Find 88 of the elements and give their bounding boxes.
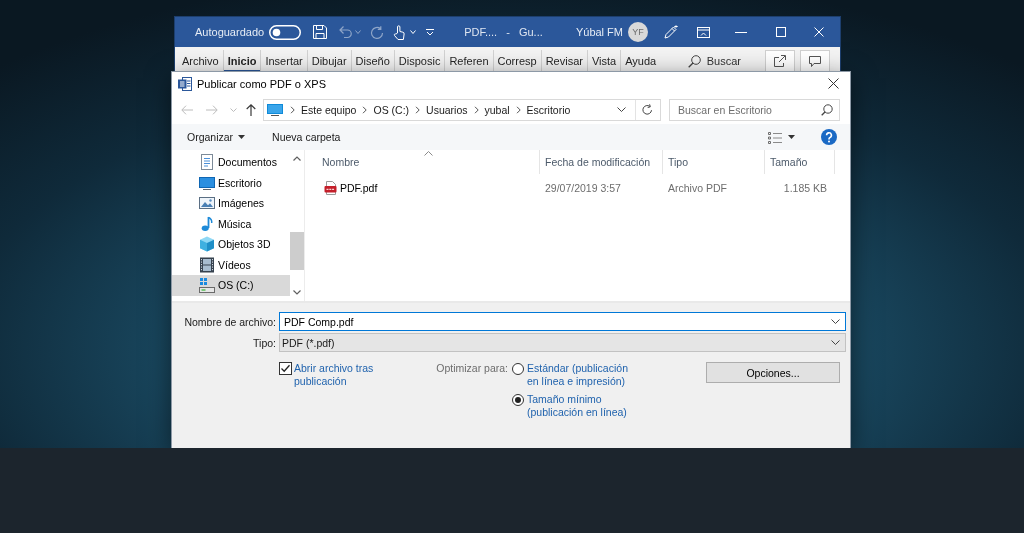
document-title: PDF.... - Gu... (464, 26, 543, 38)
column-header[interactable]: Fecha de modificación (540, 150, 663, 174)
nav-item[interactable]: Imágenes (172, 193, 290, 214)
column-header[interactable]: Nombre (305, 150, 540, 174)
nav-item[interactable]: Objetos 3D (172, 234, 290, 255)
nav-item[interactable]: Vídeos (172, 254, 290, 275)
help-icon[interactable] (821, 129, 837, 145)
nav-item[interactable]: Escritorio (172, 172, 290, 193)
close-icon[interactable] (814, 27, 824, 37)
field-label: Tipo: (253, 336, 276, 349)
user-name[interactable]: Yúbal FM (575, 26, 623, 38)
chevron-down-icon (831, 340, 840, 345)
comment-icon (809, 55, 821, 67)
up-arrow-icon[interactable] (246, 103, 256, 116)
checkbox-label[interactable]: Abrir archivo tras publicación (294, 362, 392, 388)
comments-button[interactable] (800, 50, 830, 72)
breadcrumb-item[interactable]: Este equipo (301, 103, 357, 116)
pdf-file-icon (324, 180, 337, 195)
save-icon[interactable] (313, 25, 328, 39)
music-note-icon (199, 215, 215, 232)
file-type: Archivo PDF (667, 181, 728, 194)
app-icon (178, 76, 192, 91)
optimize-label: Optimizar para: (436, 362, 508, 375)
autosave-toggle[interactable] (269, 24, 302, 40)
column-header[interactable]: Tamaño (765, 150, 835, 174)
search-icon[interactable] (821, 103, 833, 116)
avatar[interactable]: YF (628, 22, 648, 42)
breadcrumb-item[interactable]: OS (C:) (373, 103, 410, 116)
chevron-right-icon[interactable] (290, 105, 295, 114)
nav-item[interactable]: OS (C:) (172, 275, 290, 296)
column-header[interactable]: Tipo (663, 150, 765, 174)
caret-icon (238, 135, 246, 139)
radio-button[interactable] (512, 363, 524, 375)
desktop-icon (199, 174, 215, 191)
details-view-icon[interactable] (768, 130, 782, 144)
document-icon (199, 154, 215, 171)
minimize-icon[interactable] (735, 31, 747, 33)
scroll-up-icon[interactable] (293, 156, 301, 161)
drive-icon (199, 277, 215, 294)
chevron-right-icon[interactable] (362, 105, 368, 114)
undo-icon[interactable] (339, 26, 353, 38)
file-date: 29/07/2019 3:57 (544, 181, 622, 194)
nav-item[interactable]: Documentos (172, 152, 290, 173)
address-bar[interactable]: Este equipo OS (C:) Usuarios yubal Escritorio (263, 98, 661, 121)
field-label: Nombre de archivo: (184, 315, 276, 328)
file-type-select[interactable]: PDF (*.pdf) (279, 333, 846, 352)
scrollbar-thumb[interactable] (290, 232, 304, 270)
radio-label[interactable]: Tamaño mínimo (publicación en línea) (527, 393, 637, 419)
chevron-down-icon[interactable] (617, 107, 626, 112)
pen-icon[interactable] (664, 25, 678, 39)
redo-icon[interactable] (370, 25, 384, 39)
chevron-right-icon[interactable] (515, 105, 521, 114)
maximize-icon[interactable] (776, 27, 786, 37)
chevron-down-icon[interactable] (831, 319, 840, 324)
file-name[interactable]: PDF.pdf (340, 181, 378, 194)
refresh-icon[interactable] (642, 104, 653, 115)
cube-icon (199, 236, 215, 253)
ribbon-tab[interactable]: Ayuda (621, 50, 661, 72)
options-button[interactable]: Opciones... (706, 362, 840, 383)
checkbox[interactable] (279, 362, 292, 375)
organize-button[interactable]: Organizar (187, 131, 246, 143)
radio-button[interactable] (512, 394, 524, 406)
chevron-right-icon[interactable] (473, 105, 479, 114)
search-label[interactable]: Buscar (706, 55, 741, 67)
customize-icon[interactable] (426, 28, 435, 36)
share-icon (774, 55, 786, 67)
breadcrumb-item[interactable]: Escritorio (526, 103, 571, 116)
breadcrumb-item[interactable]: Usuarios (426, 103, 468, 116)
file-size: 1.185 KB (782, 181, 828, 194)
film-icon (199, 256, 215, 273)
share-button[interactable] (765, 50, 795, 72)
scroll-down-icon[interactable] (293, 290, 301, 295)
caret-icon[interactable] (788, 135, 795, 139)
chevron-right-icon[interactable] (415, 105, 421, 114)
hand-icon[interactable] (393, 24, 406, 40)
radio-label[interactable]: Estándar (publicación en línea e impresión) (527, 362, 637, 388)
search-field[interactable]: Buscar en Escritorio (669, 98, 840, 121)
nav-item[interactable]: Música (172, 213, 290, 234)
new-folder-button[interactable]: Nueva carpeta (272, 131, 341, 143)
breadcrumb-item[interactable]: yubal (484, 103, 510, 116)
file-name-field[interactable]: PDF Comp.pdf (279, 312, 846, 331)
autosave-label: Autoguardado (195, 26, 265, 38)
picture-icon (199, 195, 215, 212)
search-icon[interactable] (687, 54, 701, 68)
ribbon-display-icon[interactable] (697, 26, 710, 38)
close-icon (827, 78, 839, 89)
monitor-icon (267, 103, 283, 116)
dialog-title: Publicar como PDF o XPS (197, 77, 326, 90)
